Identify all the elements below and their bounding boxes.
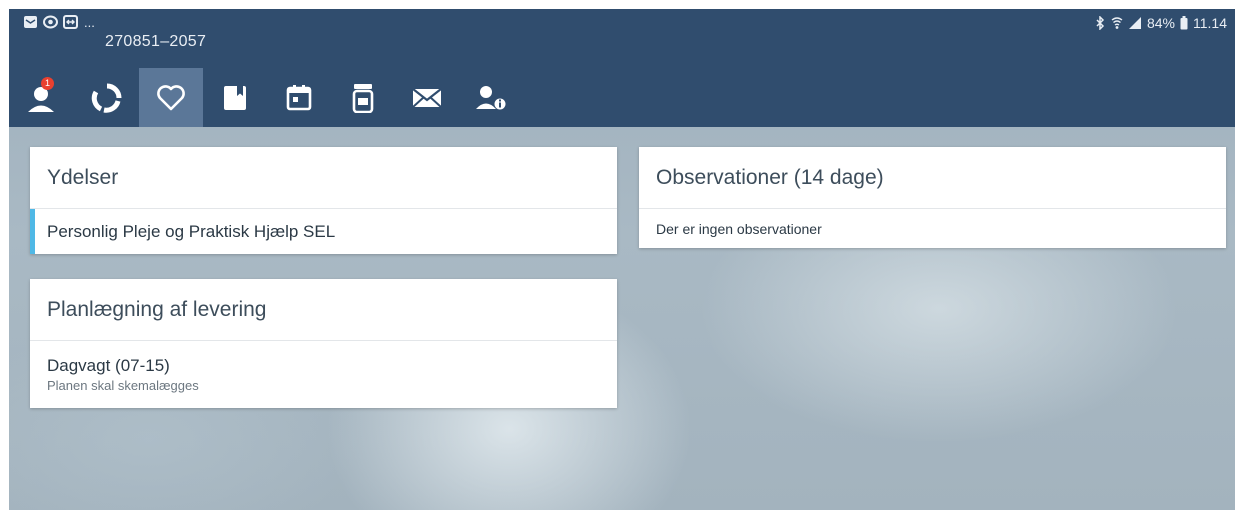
selected-accent-bar bbox=[30, 209, 35, 254]
observationer-empty-text: Der er ingen observationer bbox=[656, 220, 822, 237]
observationer-empty-row: Der er ingen observationer bbox=[639, 209, 1226, 248]
ydelse-item-label: Personlig Pleje og Praktisk Hjælp SEL bbox=[47, 221, 336, 241]
bluetooth-icon bbox=[1094, 16, 1106, 30]
plan-item-subtitle: Planen skal skemalægges bbox=[47, 378, 199, 393]
app-window: ... 270851–2057 84% 11.14 1 Ydelser Pers… bbox=[9, 9, 1235, 510]
wifi-icon bbox=[1111, 16, 1123, 30]
tab-messages[interactable] bbox=[395, 68, 459, 127]
patient-toolbar: 1 bbox=[9, 68, 523, 127]
battery-icon bbox=[1180, 16, 1188, 30]
medicine-icon bbox=[351, 83, 375, 113]
observationer-card: Observationer (14 dage) Der er ingen obs… bbox=[639, 147, 1226, 248]
cycle-icon bbox=[91, 82, 123, 114]
plan-item-title: Dagvagt (07-15) bbox=[47, 356, 170, 375]
ydelser-card: Ydelser Personlig Pleje og Praktisk Hjæl… bbox=[30, 147, 617, 254]
person-info-icon bbox=[475, 84, 507, 112]
status-clock: 11.14 bbox=[1193, 15, 1227, 31]
battery-percent: 84% bbox=[1146, 15, 1175, 31]
observationer-title: Observationer (14 dage) bbox=[639, 147, 1226, 209]
mail-icon bbox=[412, 87, 442, 109]
planlaegning-card: Planlægning af levering Dagvagt (07-15) … bbox=[30, 279, 617, 408]
bookmark-icon bbox=[222, 84, 248, 112]
patient-id: 270851–2057 bbox=[105, 33, 207, 50]
status-bar-right: 84% 11.14 bbox=[1094, 14, 1227, 32]
ydelse-item[interactable]: Personlig Pleje og Praktisk Hjælp SEL bbox=[30, 209, 617, 254]
calendar-icon bbox=[286, 84, 312, 112]
tab-patient-alerts[interactable]: 1 bbox=[9, 68, 75, 127]
status-overflow: ... bbox=[84, 14, 95, 30]
app-header: ... 270851–2057 84% 11.14 1 bbox=[9, 9, 1235, 127]
tab-calendar[interactable] bbox=[267, 68, 331, 127]
planlaegning-title: Planlægning af levering bbox=[30, 279, 617, 341]
tab-medicine[interactable] bbox=[331, 68, 395, 127]
tab-journal[interactable] bbox=[203, 68, 267, 127]
signal-icon bbox=[1128, 16, 1142, 30]
tab-health[interactable] bbox=[139, 68, 203, 127]
eye-icon bbox=[43, 15, 58, 29]
ydelser-title: Ydelser bbox=[30, 147, 617, 209]
heart-icon bbox=[156, 84, 186, 112]
plan-item[interactable]: Dagvagt (07-15) Planen skal skemalægges bbox=[30, 341, 617, 408]
screen-share-icon bbox=[63, 15, 78, 29]
tab-patient-info[interactable] bbox=[459, 68, 523, 127]
mail-icon bbox=[23, 15, 38, 29]
status-bar-left: ... bbox=[23, 13, 95, 31]
tab-cycle[interactable] bbox=[75, 68, 139, 127]
alert-badge: 1 bbox=[41, 77, 54, 90]
